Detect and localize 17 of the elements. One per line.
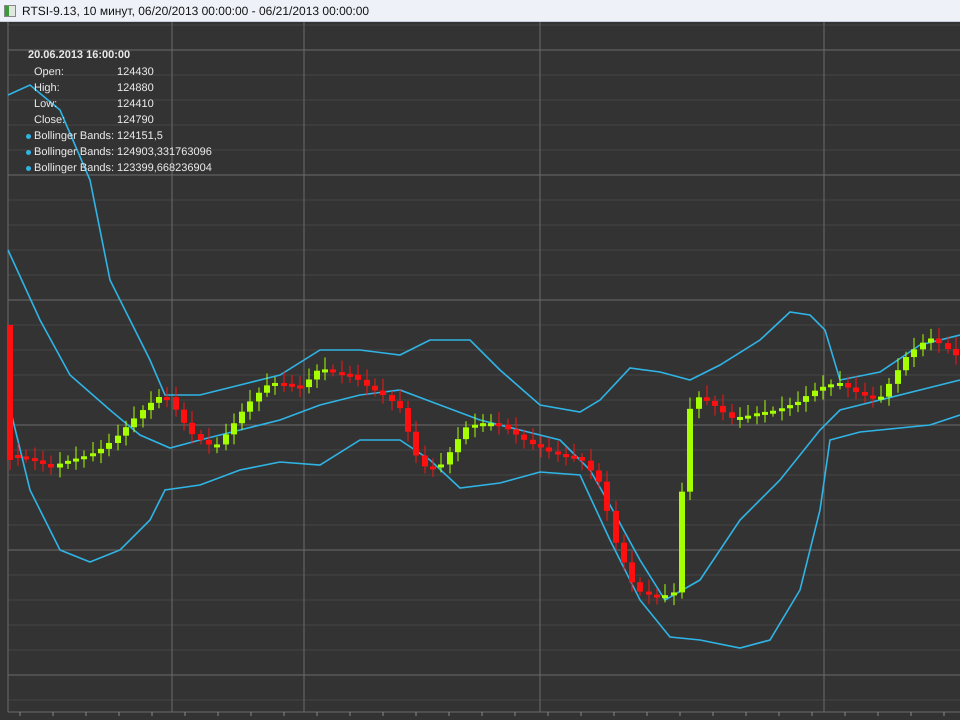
legend-label: Close: [34, 114, 66, 126]
series-dot [26, 134, 30, 138]
app-icon [4, 4, 16, 16]
legend-label: High: [34, 82, 61, 94]
series-dot [26, 166, 30, 170]
legend-timestamp: 20.06.2013 16:00:00 [28, 48, 132, 62]
legend-value: 124903,331763096 [117, 146, 212, 158]
legend-label: Open: [34, 66, 65, 78]
legend-value: 124410 [117, 98, 154, 110]
legend-value: 124790 [117, 114, 154, 126]
legend-value: 124151,5 [117, 130, 163, 142]
legend-label: Bollinger Bands: [34, 146, 116, 158]
series-dot [26, 150, 30, 154]
window-title: RTSI-9.13, 10 минут, 06/20/2013 00:00:00 - 06/21/2013 00:00:00 [22, 4, 370, 18]
legend-value: 124880 [117, 82, 154, 94]
legend-value: 123399,668236904 [117, 162, 212, 174]
legend-value: 124430 [117, 66, 154, 78]
